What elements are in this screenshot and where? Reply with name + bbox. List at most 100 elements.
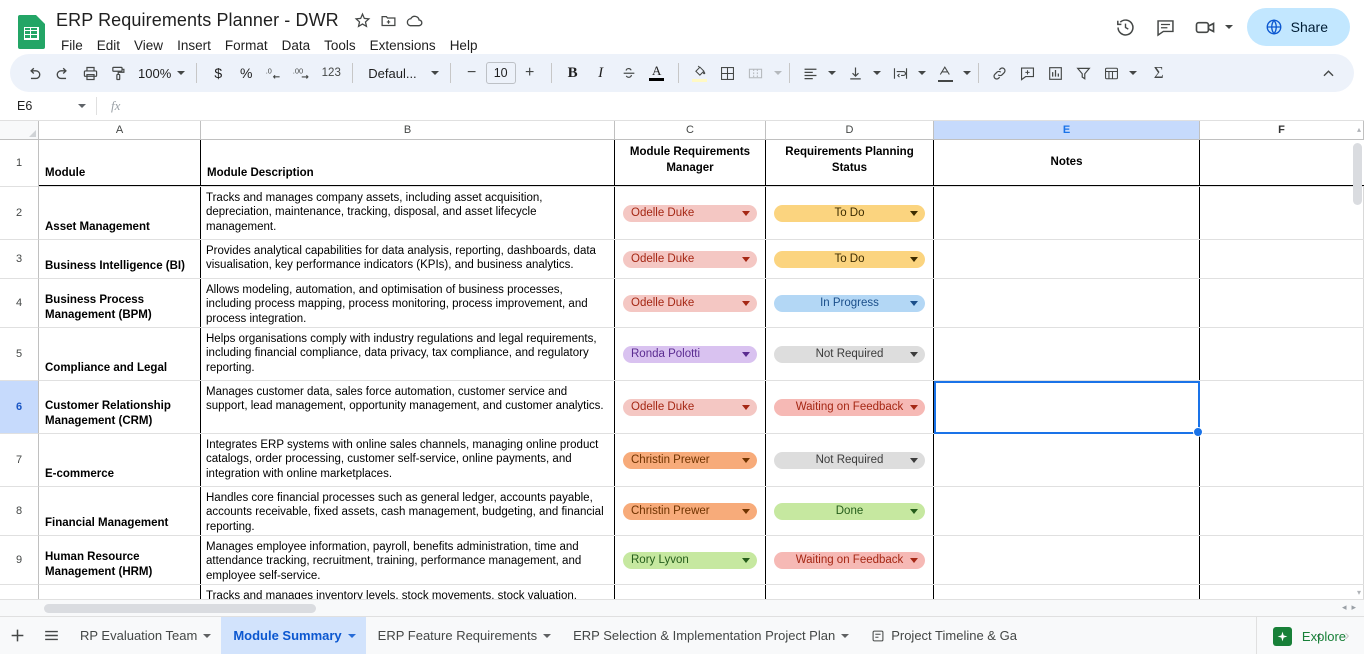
column-header-e[interactable]: E <box>934 121 1200 139</box>
cell-a10[interactable]: Inventory Management <box>39 585 201 599</box>
cell-d7[interactable]: Not Required <box>766 434 934 486</box>
sheet-tab-project-timeline-ga[interactable]: Project Timeline & Ga <box>859 617 1027 654</box>
cell-b5[interactable]: Helps organisations comply with industry… <box>201 328 615 380</box>
insert-link-button[interactable] <box>986 59 1014 87</box>
functions-chevron-down-icon[interactable] <box>1128 71 1137 75</box>
cell-d1[interactable]: Requirements Planning Status <box>766 140 934 186</box>
chip-dropdown-arrow-icon[interactable] <box>742 352 750 357</box>
sheet-tab-rp-evaluation-team[interactable]: RP Evaluation Team <box>68 617 221 654</box>
horizontal-scrollbar-thumb[interactable] <box>44 604 316 613</box>
scroll-up-arrow-icon[interactable]: ▴ <box>1357 125 1361 134</box>
cell-d5[interactable]: Not Required <box>766 328 934 380</box>
manager-chip[interactable]: Christin Prewer <box>623 451 757 469</box>
cell-b8[interactable]: Handles core financial processes such as… <box>201 487 615 535</box>
cell-c9[interactable]: Rory Lyvon <box>615 536 766 584</box>
insert-comment-button[interactable] <box>1014 59 1042 87</box>
cell-e6[interactable] <box>934 381 1200 433</box>
chip-dropdown-arrow-icon[interactable] <box>910 458 918 463</box>
cell-b3[interactable]: Provides analytical capabilities for dat… <box>201 240 615 278</box>
horizontal-scrollbar-track[interactable] <box>44 604 1324 613</box>
sheet-tab-erp-feature-requirements[interactable]: ERP Feature Requirements <box>366 617 561 654</box>
share-button[interactable]: Share <box>1246 8 1350 46</box>
cell-c6[interactable]: Odelle Duke <box>615 381 766 433</box>
menu-file[interactable]: File <box>54 36 90 55</box>
cell-c4[interactable]: Odelle Duke <box>615 279 766 327</box>
menu-insert[interactable]: Insert <box>170 36 218 55</box>
cloud-saved-icon[interactable] <box>403 8 427 32</box>
meet-chevron-down-icon[interactable] <box>1224 25 1233 29</box>
select-all-corner[interactable] <box>0 121 39 139</box>
chip-dropdown-arrow-icon[interactable] <box>910 352 918 357</box>
row-header-8[interactable]: 8 <box>0 487 39 536</box>
column-header-c[interactable]: C <box>615 121 766 139</box>
cell-e4[interactable] <box>934 279 1200 327</box>
comment-history-icon[interactable] <box>1147 8 1185 46</box>
chip-dropdown-arrow-icon[interactable] <box>742 458 750 463</box>
status-chip[interactable]: Not Required <box>774 345 925 363</box>
cell-f7[interactable] <box>1200 434 1364 486</box>
cell-e9[interactable] <box>934 536 1200 584</box>
cell-e5[interactable] <box>934 328 1200 380</box>
manager-chip[interactable]: Ronda Polotti <box>623 345 757 363</box>
decrease-font-size-button[interactable]: − <box>458 59 486 87</box>
sheet-tab-chevron-down-icon[interactable] <box>347 633 356 638</box>
chip-dropdown-arrow-icon[interactable] <box>742 301 750 306</box>
cell-c1[interactable]: Module Requirements Manager <box>615 140 766 186</box>
print-button[interactable] <box>76 59 104 87</box>
cell-e10[interactable] <box>934 585 1200 599</box>
cell-a3[interactable]: Business Intelligence (BI) <box>39 240 201 278</box>
cell-b9[interactable]: Manages employee information, payroll, b… <box>201 536 615 584</box>
percent-format-button[interactable]: % <box>232 59 260 87</box>
sum-button[interactable]: Σ <box>1145 59 1173 87</box>
cell-b4[interactable]: Allows modeling, automation, and optimis… <box>201 279 615 327</box>
version-history-icon[interactable] <box>1107 8 1145 46</box>
strikethrough-button[interactable] <box>615 59 643 87</box>
zoom-control[interactable]: 100% <box>132 66 189 81</box>
font-size-input[interactable]: 10 <box>485 62 516 84</box>
chip-dropdown-arrow-icon[interactable] <box>742 257 750 262</box>
row-header-3[interactable]: 3 <box>0 240 39 279</box>
menu-help[interactable]: Help <box>443 36 485 55</box>
cell-f9[interactable] <box>1200 536 1364 584</box>
cell-c2[interactable]: Odelle Duke <box>615 187 766 239</box>
manager-chip[interactable]: Rory Lyvon <box>623 551 757 569</box>
chip-dropdown-arrow-icon[interactable] <box>910 257 918 262</box>
row-header-4[interactable]: 4 <box>0 279 39 328</box>
more-formats-button[interactable]: 123 <box>317 59 345 87</box>
cell-a6[interactable]: Customer Relationship Management (CRM) <box>39 381 201 433</box>
cell-e7[interactable] <box>934 434 1200 486</box>
google-meet-button[interactable] <box>1187 8 1237 46</box>
status-chip[interactable]: To Do <box>774 204 925 222</box>
create-filter-button[interactable] <box>1070 59 1098 87</box>
cell-a1[interactable]: Module <box>39 140 201 186</box>
vertical-align-button[interactable] <box>842 59 870 87</box>
menu-format[interactable]: Format <box>218 36 275 55</box>
status-chip[interactable]: In Progress <box>774 294 925 312</box>
undo-button[interactable] <box>20 59 48 87</box>
menu-edit[interactable]: Edit <box>90 36 127 55</box>
all-sheets-icon[interactable] <box>34 619 68 653</box>
move-to-folder-icon[interactable] <box>377 8 401 32</box>
manager-chip[interactable]: Christin Prewer <box>623 502 757 520</box>
name-box-chevron-down-icon[interactable] <box>78 104 86 108</box>
cell-d4[interactable]: In Progress <box>766 279 934 327</box>
wrap-chevron-down-icon[interactable] <box>917 71 926 75</box>
google-sheets-logo[interactable] <box>14 9 48 54</box>
cell-f6[interactable] <box>1200 381 1364 433</box>
chip-dropdown-arrow-icon[interactable] <box>910 301 918 306</box>
row-header-5[interactable]: 5 <box>0 328 39 381</box>
column-header-a[interactable]: A <box>39 121 201 139</box>
status-chip[interactable]: Waiting on Feedback <box>774 551 925 569</box>
increase-font-size-button[interactable]: + <box>516 59 544 87</box>
manager-chip[interactable]: Odelle Duke <box>623 294 757 312</box>
merge-cells-button[interactable] <box>742 59 770 87</box>
manager-chip[interactable]: Odelle Duke <box>623 204 757 222</box>
font-family-control[interactable]: Defaul... <box>360 66 442 81</box>
formula-input[interactable] <box>126 94 1364 118</box>
row-header-1[interactable]: 1 <box>0 140 39 187</box>
fill-color-button[interactable] <box>686 59 714 87</box>
scroll-right-arrow-icon[interactable]: ▸ <box>1351 602 1356 613</box>
cell-a7[interactable]: E-commerce <box>39 434 201 486</box>
manager-chip[interactable]: Odelle Duke <box>623 250 757 268</box>
cell-d9[interactable]: Waiting on Feedback <box>766 536 934 584</box>
